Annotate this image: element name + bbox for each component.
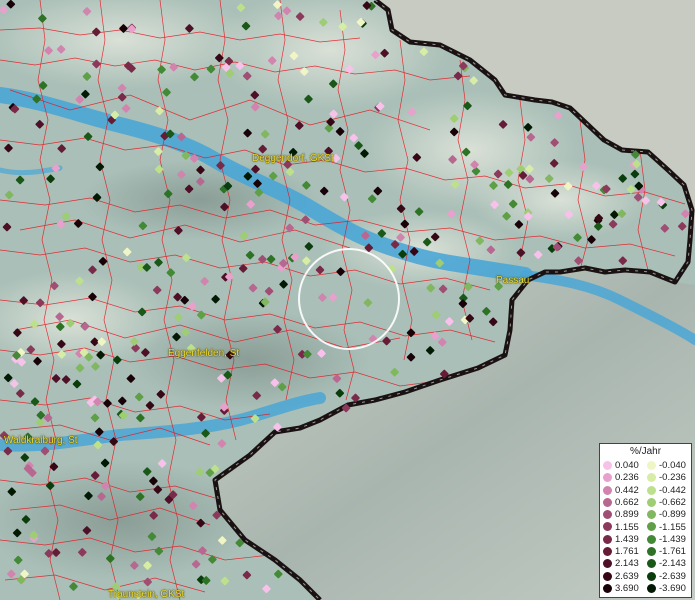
- legend-swatch: [603, 497, 612, 507]
- legend-item-positive: 2.639: [603, 571, 639, 583]
- legend-item-positive: 3.690: [603, 583, 639, 595]
- legend-swatch: [603, 547, 612, 557]
- legend-item-negative: -0.662: [647, 497, 686, 509]
- legend-item-negative: -0.899: [647, 509, 686, 521]
- legend-item-negative: -1.761: [647, 546, 686, 558]
- legend-item-positive: 1.439: [603, 534, 639, 546]
- legend-title: %/Jahr: [629, 446, 662, 457]
- legend-swatch: [603, 460, 612, 470]
- legend-swatch: [647, 559, 656, 569]
- place-label-deggendorf: Deggendorf, GKSt: [252, 153, 334, 164]
- legend-label: -1.761: [659, 546, 686, 558]
- place-label-waldkraiburg: Waldkraiburg, St: [4, 435, 78, 446]
- legend-item-positive: 0.040: [603, 460, 639, 472]
- legend-swatch: [647, 534, 656, 544]
- legend-item-positive: 1.761: [603, 546, 639, 558]
- legend-swatch: [647, 522, 656, 532]
- legend-label: 2.639: [615, 570, 639, 582]
- legend-swatch: [647, 497, 656, 507]
- legend-label: 0.236: [615, 472, 639, 484]
- legend-item-positive: 0.899: [603, 509, 639, 521]
- legend-item-negative: -1.439: [647, 534, 686, 546]
- legend-label: -0.899: [659, 509, 686, 521]
- legend-swatch: [603, 583, 612, 593]
- legend-item-positive: 0.662: [603, 497, 639, 509]
- legend-label: 1.761: [615, 546, 639, 558]
- legend-label: -1.439: [659, 533, 686, 545]
- legend-swatch: [647, 571, 656, 581]
- legend-label: 1.155: [615, 521, 639, 533]
- legend-swatch: [647, 547, 656, 557]
- legend-item-negative: -0.442: [647, 485, 686, 497]
- place-label-passau: Passau: [496, 275, 530, 286]
- legend-item-negative: -3.690: [647, 583, 686, 595]
- legend-swatch: [603, 571, 612, 581]
- legend-label: -0.040: [659, 460, 686, 471]
- legend-label: -2.639: [659, 570, 686, 582]
- legend-swatch: [603, 522, 612, 532]
- place-label-traunstein: Traunstein, GKSt: [108, 589, 185, 600]
- legend-item-positive: 2.143: [603, 558, 639, 570]
- legend-label: 0.040: [615, 460, 639, 471]
- legend-item-positive: 1.155: [603, 522, 639, 534]
- legend-label: 1.439: [615, 533, 639, 545]
- legend-label: -0.662: [659, 496, 686, 508]
- legend-swatch: [647, 583, 656, 593]
- legend-label: -3.690: [659, 583, 686, 594]
- legend-item-negative: -1.155: [647, 522, 686, 534]
- legend-label: -2.143: [659, 558, 686, 570]
- legend-label: 0.899: [615, 509, 639, 521]
- legend-item-negative: -2.639: [647, 571, 686, 583]
- place-label-eggenfelden: Eggenfelden, St: [168, 348, 240, 359]
- legend-label: -1.155: [659, 521, 686, 533]
- legend-label: -0.442: [659, 484, 686, 496]
- legend-swatch: [647, 510, 656, 520]
- legend-item-negative: -0.236: [647, 472, 686, 484]
- legend-swatch: [647, 485, 656, 495]
- legend-label: -0.236: [659, 472, 686, 484]
- legend-swatch: [603, 510, 612, 520]
- legend-label: 2.143: [615, 558, 639, 570]
- legend-item-negative: -0.040: [647, 460, 686, 472]
- legend-swatch: [603, 473, 612, 483]
- legend-item-positive: 0.442: [603, 485, 639, 497]
- legend-swatch: [603, 559, 612, 569]
- map-canvas[interactable]: [0, 0, 695, 600]
- legend-label: 0.442: [615, 484, 639, 496]
- legend: %/Jahr 0.040 0.236 0.442 0.662 0.899 1.155 1.4…: [599, 443, 692, 598]
- legend-swatch: [647, 460, 656, 470]
- legend-item-negative: -2.143: [647, 558, 686, 570]
- legend-label: 0.662: [615, 496, 639, 508]
- legend-item-positive: 0.236: [603, 472, 639, 484]
- legend-swatch: [603, 534, 612, 544]
- legend-swatch: [647, 473, 656, 483]
- legend-swatch: [603, 485, 612, 495]
- legend-label: 3.690: [615, 583, 639, 594]
